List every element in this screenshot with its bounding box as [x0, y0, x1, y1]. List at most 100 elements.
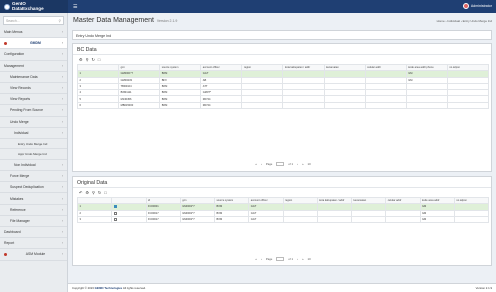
search-icon[interactable]: ⚲: [59, 19, 61, 23]
sidebar-item[interactable]: Appr Undo Merge Ind: [0, 149, 67, 160]
first-page-icon[interactable]: «: [255, 257, 257, 261]
sidebar-item[interactable]: Dashboard ›: [0, 227, 67, 239]
chevron-right-icon: ›: [61, 174, 63, 179]
page-size-select[interactable]: 10: [308, 257, 311, 261]
module-icon: [4, 252, 7, 256]
brand-logo[interactable]: GenIO DataExchange: [0, 0, 68, 13]
user-menu[interactable]: Administrator: [462, 3, 492, 9]
table-row[interactable]: 3 FC00017 GM0001*7 BXM GGT GM: [76, 215, 490, 224]
page-size-select[interactable]: 10: [308, 162, 311, 166]
original-data-table: id gcn source system account officer region k…: [76, 196, 490, 224]
sidebar-item[interactable]: Management ›: [0, 61, 67, 72]
settings-icon[interactable]: ⚙: [85, 190, 89, 195]
footer: Copyright © 2023 GENIO Technologies All …: [68, 283, 496, 292]
module-icon: [4, 41, 7, 45]
chevron-right-icon: ›: [61, 52, 63, 57]
chevron-right-icon: ›: [61, 130, 63, 135]
table-cell: BXM: [213, 215, 250, 224]
table-cell: [385, 215, 421, 224]
table-cell: [323, 101, 366, 110]
chevron-right-icon: ›: [61, 218, 63, 223]
sidebar-item[interactable]: Main Menus ›: [0, 27, 67, 39]
sidebar-item[interactable]: Configuration ›: [0, 49, 67, 61]
footer-company-link[interactable]: GENIO Technologies: [95, 286, 123, 290]
sidebar-item[interactable]: GMDM ›: [0, 38, 67, 50]
row-checkbox[interactable]: [113, 211, 117, 215]
last-page-icon[interactable]: »: [302, 257, 304, 261]
chevron-right-icon: ›: [61, 97, 63, 102]
breadcrumb[interactable]: Home › Individual › Entry Undo Merge Ind: [437, 19, 492, 23]
sidebar-item[interactable]: Suspect Deduplication ›: [0, 182, 67, 194]
sidebar-item[interactable]: Report ›: [0, 238, 67, 250]
next-page-icon[interactable]: ›: [297, 257, 298, 261]
chevron-right-icon: ›: [61, 74, 63, 79]
sidebar-item-label: ASM Module: [25, 252, 46, 257]
prev-page-icon[interactable]: ‹: [261, 162, 262, 166]
orig-toolbar: ↶ ⚙ ⚲ ↻ □: [73, 188, 491, 197]
sidebar-item[interactable]: Mistakes ›: [0, 193, 67, 205]
sidebar-item-label: File Manager: [10, 218, 30, 223]
sidebar-item[interactable]: Undo Merge ›: [0, 117, 67, 128]
sidebar-item-label: Report: [4, 241, 15, 246]
sidebar-item[interactable]: View Reports ›: [0, 94, 67, 106]
sidebar-item-label: Force Merge: [10, 174, 30, 179]
table-cell: [350, 215, 387, 224]
export-icon[interactable]: □: [104, 190, 106, 195]
table-row[interactable]: 6 MB015000 BXM R0744: [76, 101, 490, 110]
sidebar-item[interactable]: Entry Undo Merge Ind: [0, 139, 67, 150]
sidebar-item[interactable]: Maintenance Data ›: [0, 72, 67, 83]
search-input[interactable]: Search... ⚲: [3, 16, 64, 25]
row-checkbox[interactable]: [113, 217, 117, 221]
refresh-icon[interactable]: ↻: [92, 57, 95, 62]
sidebar-item[interactable]: Individual ›: [0, 128, 67, 139]
refresh-icon[interactable]: ↻: [98, 190, 101, 195]
hamburger-menu-icon[interactable]: ☰: [73, 4, 77, 10]
page-of-label: of 1: [288, 161, 294, 166]
settings-icon[interactable]: ⚙: [79, 57, 83, 62]
page-title: Master Data Management Version 2.1.9: [73, 17, 178, 24]
row-checkbox[interactable]: [113, 205, 117, 209]
sidebar-item[interactable]: Non Individual ›: [0, 160, 67, 172]
chevron-right-icon: ›: [61, 119, 63, 124]
undo-icon[interactable]: ↶: [79, 190, 82, 195]
sidebar-item[interactable]: Reference ›: [0, 205, 67, 216]
search-icon[interactable]: ⚲: [92, 190, 95, 195]
sidebar-item[interactable]: Force Merge ›: [0, 171, 67, 183]
page-number-input[interactable]: [276, 256, 285, 261]
sidebar-item-label: Appr Undo Merge Ind: [18, 152, 47, 157]
search-placeholder: Search...: [6, 18, 20, 23]
sidebar-item-label: Undo Merge: [10, 119, 29, 124]
export-icon[interactable]: □: [98, 57, 100, 62]
prev-page-icon[interactable]: ‹: [261, 257, 262, 261]
sidebar-item-label: Mistakes: [10, 196, 24, 201]
chevron-right-icon: ›: [61, 30, 63, 35]
sidebar-item-label: Suspect Deduplication: [10, 185, 44, 190]
search-icon[interactable]: ⚲: [86, 57, 89, 62]
sidebar-item-label: Non Individual: [14, 162, 36, 167]
table-cell: FC00017: [145, 215, 181, 224]
sidebar-item[interactable]: Pending From Source ›: [0, 105, 67, 117]
table-cell: GM0001*7: [179, 215, 216, 224]
last-page-icon[interactable]: »: [302, 162, 304, 166]
chevron-right-icon: ›: [61, 86, 63, 91]
table-cell: [446, 101, 490, 110]
next-page-icon[interactable]: ›: [297, 162, 298, 166]
sidebar-item[interactable]: File Manager ›: [0, 216, 67, 227]
chevron-right-icon: ›: [61, 196, 63, 201]
table-cell: GM: [419, 215, 455, 224]
logo-icon: [4, 3, 10, 10]
sidebar-item[interactable]: ASM Module ›: [0, 249, 67, 261]
bc-toolbar: ⚙ ⚲ ↻ □: [73, 55, 491, 64]
bc-data-table: gcn source system account officer region kot…: [76, 63, 490, 110]
page-of-label: of 1: [288, 256, 294, 261]
first-page-icon[interactable]: «: [255, 162, 257, 166]
sidebar-item-label: Maintenance Data: [10, 74, 38, 79]
brand-line2: DataExchange: [12, 5, 44, 11]
chevron-right-icon: ›: [61, 185, 63, 190]
sidebar-item[interactable]: View Records ›: [0, 83, 67, 95]
chevron-right-icon: ›: [61, 108, 63, 113]
page-number-input[interactable]: [276, 161, 285, 166]
table-cell: R0744: [200, 101, 243, 110]
chevron-right-icon: ›: [61, 41, 63, 46]
table-cell: [316, 215, 353, 224]
